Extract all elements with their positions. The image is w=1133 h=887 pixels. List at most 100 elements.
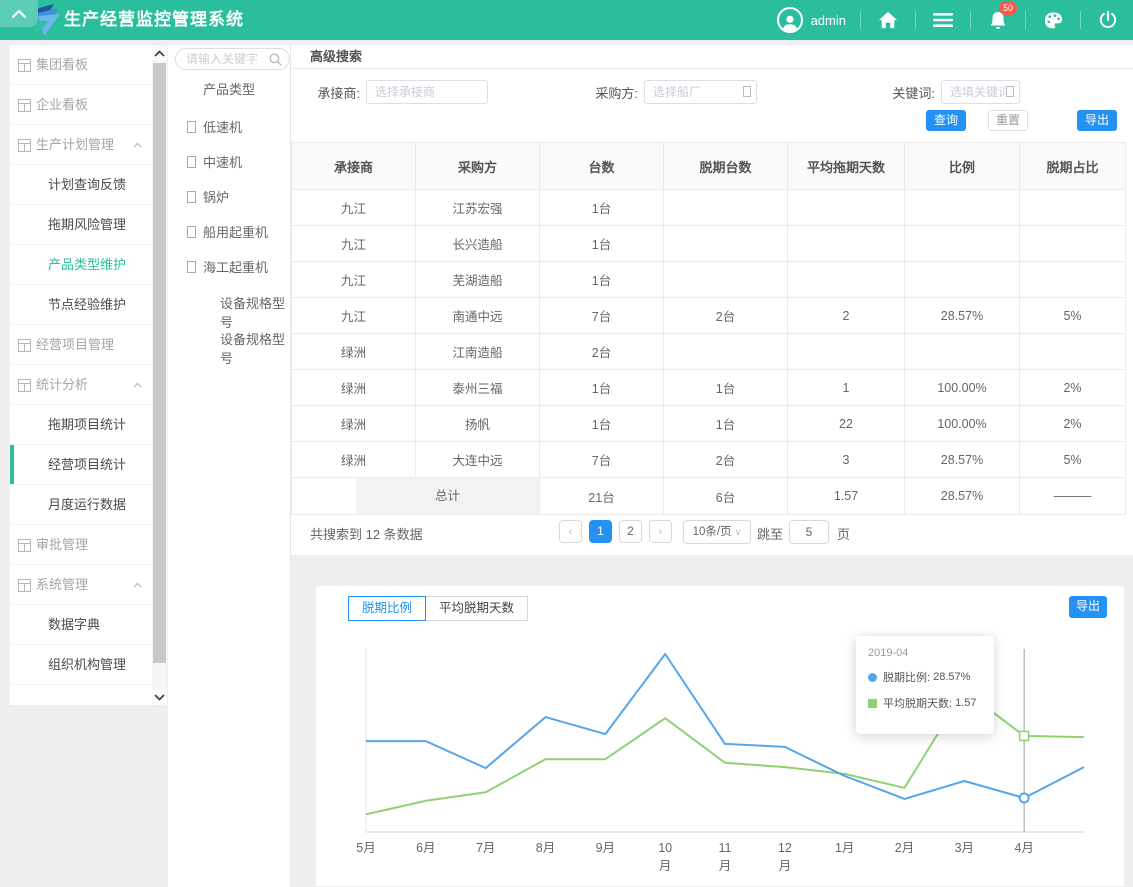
sidebar-scrollbar[interactable] [152,45,167,705]
scroll-up-arrow[interactable] [152,45,167,61]
reset-button[interactable]: 重置 [988,110,1028,131]
table-cell: 2 [788,298,905,334]
contractor-label: 承接商: [305,83,360,102]
sidebar-item-节点经验维护[interactable]: 节点经验维护 [10,285,152,325]
person-icon [781,13,799,31]
home-button[interactable] [875,7,901,33]
sidebar-item-label: 数据字典 [48,617,100,632]
table-row: 九江南通中远7台2台228.57%5% [292,298,1126,334]
table-cell: 绿洲 [292,334,416,370]
page-size-select[interactable]: 10条/页 ∨ [683,520,751,544]
table-cell: 1台 [540,190,664,226]
tree-item-锅炉[interactable]: 锅炉 [187,187,229,206]
prev-page-button[interactable]: ‹ [559,520,582,543]
sidebar-item-审批管理[interactable]: 审批管理 [10,525,152,565]
sidebar-item-经营项目管理[interactable]: 经营项目管理 [10,325,152,365]
chart-tab-脱期比例[interactable]: 脱期比例 [348,596,426,621]
sidebar-item-组织机构管理[interactable]: 组织机构管理 [10,645,152,685]
sidebar-item-拖期项目统计[interactable]: 拖期项目统计 [10,405,152,445]
tree-item-海工起重机[interactable]: 海工起重机 [187,257,268,276]
tooltip-series-label: 平均脱期天数: [883,695,955,711]
divider [1025,11,1026,29]
table-cell [1020,334,1126,370]
tooltip-series-row: 平均脱期天数: 1.57 [868,695,982,711]
tree-leaf-设备规格型号-2[interactable]: 设备规格型号 [220,329,290,367]
total-label: 总计 [356,478,539,514]
tooltip-series-value: 28.57% [933,671,970,683]
scrollbar-thumb[interactable] [153,63,166,663]
purchaser-select[interactable] [645,85,756,99]
tree-item-label: 海工起重机 [203,257,268,276]
sidebar-item-生产计划管理[interactable]: 生产计划管理 [10,125,152,165]
total-cell: 1.57 [788,478,905,515]
table-cell: 九江 [292,298,416,334]
scroll-down-arrow[interactable] [152,689,167,705]
contractor-input[interactable] [367,85,487,99]
table-cell: 100.00% [905,370,1020,406]
tree-item-label: 中速机 [203,152,242,171]
next-page-button[interactable]: › [649,520,672,543]
sidebar-item-经营项目统计[interactable]: 经营项目统计 [10,445,152,485]
jump-page-input[interactable] [789,520,829,544]
tree-root-node[interactable]: 产品类型 [203,79,255,98]
topbar-actions: admin 50 [777,0,1121,40]
tooltip-date: 2019-04 [868,647,982,659]
table-cell [788,190,905,226]
sidebar-item-产品类型维护[interactable]: 产品类型维护 [10,245,152,285]
sidebar-item-集团看板[interactable]: 集团看板 [10,45,152,85]
page-button-2[interactable]: 2 [619,520,642,543]
table-cell: 7台 [540,442,664,478]
table-cell: 2台 [664,298,788,334]
sidebar-item-计划查询反馈[interactable]: 计划查询反馈 [10,165,152,205]
dashboard-icon [18,379,31,392]
tree-item-低速机[interactable]: 低速机 [187,117,242,136]
table-row: 绿洲大连中远7台2台328.57%5% [292,442,1126,478]
user-avatar[interactable] [777,7,803,33]
menu-button[interactable] [930,7,956,33]
keyword-label: 关键词: [883,83,935,102]
sidebar-item-月度运行数据[interactable]: 月度运行数据 [10,485,152,525]
export-button[interactable]: 导出 [1077,110,1117,131]
tree-item-label: 锅炉 [203,187,229,206]
theme-button[interactable] [1040,7,1066,33]
sidebar-item-数据字典[interactable]: 数据字典 [10,605,152,645]
line-chart[interactable]: 5月6月7月8月9月10月11月12月1月2月3月4月 [316,586,1126,887]
table-cell [905,190,1020,226]
advanced-search-title: 高级搜索 [291,45,1133,69]
tree-item-船用起重机[interactable]: 船用起重机 [187,222,268,241]
table-cell: 长兴造船 [416,226,540,262]
chevron-up-icon [133,142,142,148]
table-cell: 28.57% [905,298,1020,334]
sidebar-collapse-button[interactable] [0,0,38,27]
notifications-button[interactable]: 50 [985,7,1011,33]
sidebar-item-拖期风险管理[interactable]: 拖期风险管理 [10,205,152,245]
field-contractor: 承接商: [305,80,488,104]
sidebar-item-统计分析[interactable]: 统计分析 [10,365,152,405]
table-cell: 1台 [540,226,664,262]
sidebar-item-系统管理[interactable]: 系统管理 [10,565,152,605]
x-axis-label: 7月 [476,841,495,855]
table-cell: 100.00% [905,406,1020,442]
query-button[interactable]: 查询 [926,110,966,131]
table-cell [905,262,1020,298]
logout-button[interactable] [1095,7,1121,33]
table-cell: 九江 [292,190,416,226]
table-cell: 九江 [292,226,416,262]
table-cell: 28.57% [905,442,1020,478]
table-cell [1020,226,1126,262]
divider [915,11,916,29]
tree-search-box [175,48,290,70]
table-cell [1020,190,1126,226]
tree-leaf-设备规格型号-1[interactable]: 设备规格型号 [220,293,290,331]
table-row: 绿洲江南造船2台 [292,334,1126,370]
table-row: 九江江苏宏强1台 [292,190,1126,226]
tree-item-中速机[interactable]: 中速机 [187,152,242,171]
column-header-平均拖期天数: 平均拖期天数 [788,143,905,190]
sidebar-item-企业看板[interactable]: 企业看板 [10,85,152,125]
table-cell [664,262,788,298]
x-axis-label: 3月 [955,841,974,855]
series-marker-icon [868,673,877,682]
tree-search-input[interactable] [186,49,270,69]
table-cell [788,226,905,262]
page-button-1[interactable]: 1 [589,520,612,543]
